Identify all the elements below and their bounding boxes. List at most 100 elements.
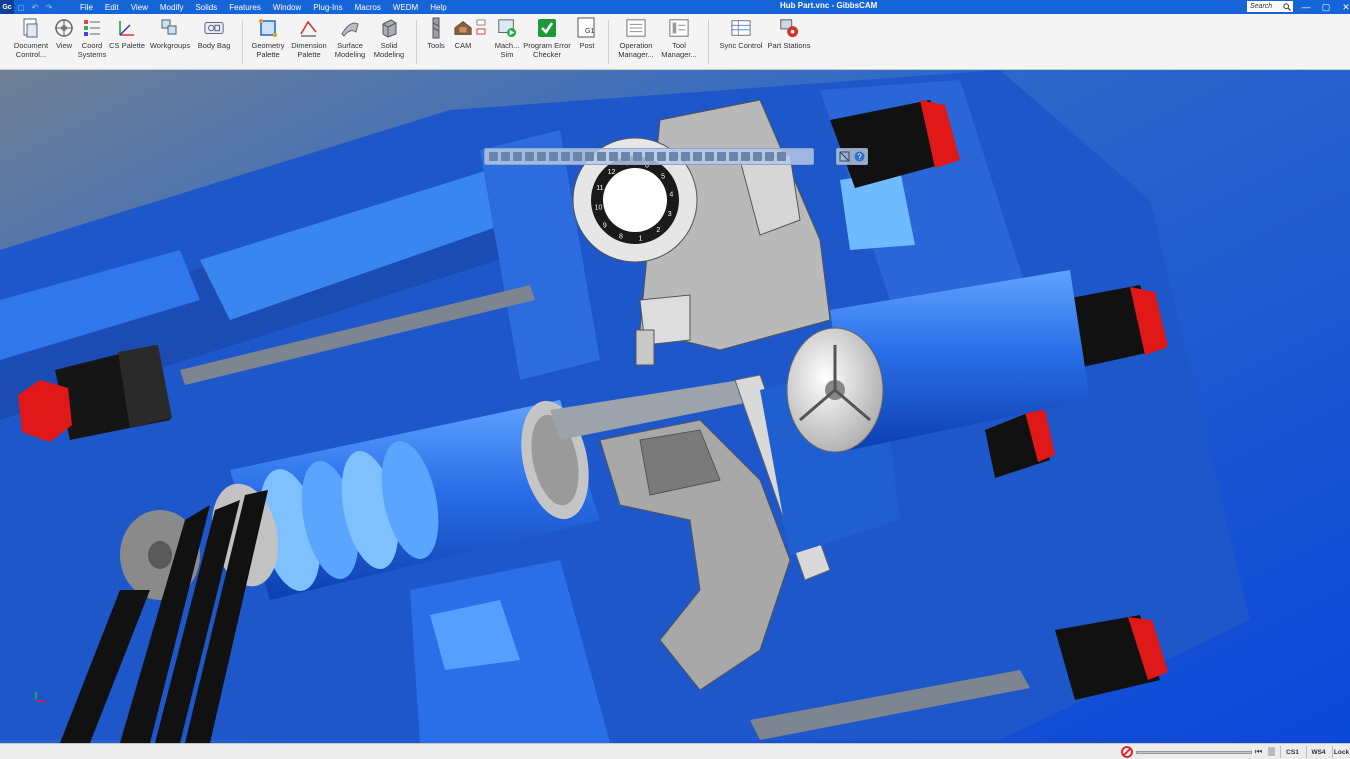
step-icon[interactable] xyxy=(1268,747,1275,756)
part-stations-button[interactable]: Part Stations xyxy=(764,17,814,50)
stop-icon[interactable] xyxy=(1121,746,1133,758)
view-tool-icon[interactable] xyxy=(717,152,726,161)
view-tool-icon[interactable] xyxy=(657,152,666,161)
view-tool-icon[interactable] xyxy=(681,152,690,161)
view-tool-icon[interactable] xyxy=(597,152,606,161)
menu-view[interactable]: View xyxy=(125,3,154,12)
view-tool-icon[interactable] xyxy=(753,152,762,161)
status-bar: ⏮ CS1 WS4 Lock xyxy=(0,743,1350,759)
program-error-checker-button[interactable]: Program Error Checker xyxy=(522,17,572,59)
search-input[interactable]: Search xyxy=(1247,1,1293,12)
cs-indicator[interactable]: CS1 xyxy=(1280,746,1304,758)
mach-sim-label: Mach... Sim xyxy=(494,41,520,59)
view-tool-icon[interactable] xyxy=(537,152,546,161)
view-tool-icon[interactable] xyxy=(633,152,642,161)
turret-station-number: 1 xyxy=(639,235,643,242)
ribbon-separator xyxy=(608,20,609,64)
geometry-palette-button[interactable]: Geometry Palette xyxy=(248,17,288,59)
svg-text:?: ? xyxy=(857,153,862,162)
search-icon xyxy=(1283,2,1291,11)
view-button[interactable]: View xyxy=(52,17,76,50)
view-tool-icon[interactable] xyxy=(693,152,702,161)
menu-window[interactable]: Window xyxy=(267,3,307,12)
body-bag-label: Body Bag xyxy=(197,41,231,50)
help-icon[interactable]: ? xyxy=(854,151,865,162)
view-label: View xyxy=(55,41,73,50)
maximize-button[interactable]: ▢ xyxy=(1316,0,1336,14)
view-tool-icon[interactable] xyxy=(561,152,570,161)
title-bar: Gc ▢ ↶ ↷ File Edit View Modify Solids Fe… xyxy=(0,0,1350,14)
tool-manager-button[interactable]: Tool Manager... xyxy=(658,17,700,59)
view-tool-icon[interactable] xyxy=(513,152,522,161)
geometry-palette-icon xyxy=(258,17,278,39)
menu-plug-ins[interactable]: Plug-Ins xyxy=(307,3,348,12)
rewind-icon[interactable]: ⏮ xyxy=(1255,747,1262,757)
view-tool-icon[interactable] xyxy=(765,152,774,161)
view-tool-icon[interactable] xyxy=(705,152,714,161)
view-tool-icon[interactable] xyxy=(585,152,594,161)
menu-help[interactable]: Help xyxy=(424,3,452,12)
axis-triad-icon xyxy=(35,692,47,703)
document-icon xyxy=(21,17,41,39)
mach-sim-button[interactable]: Mach... Sim xyxy=(490,17,524,59)
view-tool-icon[interactable] xyxy=(573,152,582,161)
coord-systems-label: Coord Systems xyxy=(77,41,107,59)
tool-manager-icon xyxy=(669,17,689,39)
view-tool-icon[interactable] xyxy=(489,152,498,161)
minimize-button[interactable]: — xyxy=(1296,0,1316,14)
menu-macros[interactable]: Macros xyxy=(349,3,387,12)
view-tool-icon[interactable] xyxy=(645,152,654,161)
cam-options-button[interactable] xyxy=(476,17,486,41)
solid-modeling-button[interactable]: Solid Modeling xyxy=(370,17,408,59)
menu-file[interactable]: File xyxy=(74,3,99,12)
coord-systems-button[interactable]: Coord Systems xyxy=(76,17,108,59)
menu-modify[interactable]: Modify xyxy=(154,3,190,12)
part-stations-label: Part Stations xyxy=(767,41,811,50)
ribbon-separator xyxy=(708,20,709,64)
surface-modeling-label: Surface Modeling xyxy=(334,41,366,59)
view-help-toolbar: ? xyxy=(836,148,868,165)
cs-palette-label: CS Palette xyxy=(109,41,145,50)
menu-edit[interactable]: Edit xyxy=(99,3,125,12)
operation-manager-button[interactable]: Operation Manager... xyxy=(614,17,658,59)
workgroups-button[interactable]: Workgroups xyxy=(146,17,194,50)
view-tool-icon[interactable] xyxy=(621,152,630,161)
view-tool-icon[interactable] xyxy=(729,152,738,161)
view-toolbar[interactable] xyxy=(484,148,814,165)
body-bag-button[interactable]: Body Bag xyxy=(194,17,234,50)
view-tool-icon[interactable] xyxy=(549,152,558,161)
undo-icon[interactable]: ↶ xyxy=(28,0,42,14)
dimension-palette-button[interactable]: Dimension Palette xyxy=(289,17,329,59)
view-tool-icon[interactable] xyxy=(609,152,618,161)
cs-palette-button[interactable]: CS Palette xyxy=(108,17,146,50)
redo-icon[interactable]: ↷ xyxy=(42,0,56,14)
lock-indicator[interactable]: Lock xyxy=(1332,746,1350,758)
3d-viewport[interactable]: 765432189101112 xyxy=(0,70,1350,743)
menu-wedm[interactable]: WEDM xyxy=(387,3,424,12)
menu-solids[interactable]: Solids xyxy=(189,3,223,12)
surface-modeling-button[interactable]: Surface Modeling xyxy=(330,17,370,59)
tools-icon xyxy=(426,17,446,39)
cam-icon xyxy=(453,17,473,39)
operation-manager-icon xyxy=(626,17,646,39)
sync-control-button[interactable]: Sync Control xyxy=(716,17,766,50)
workgroups-label: Workgroups xyxy=(149,41,191,50)
tools-label: Tools xyxy=(427,41,445,50)
post-icon: G1 xyxy=(577,17,597,39)
tools-button[interactable]: Tools xyxy=(424,17,448,50)
view-tool-icon[interactable] xyxy=(501,152,510,161)
cam-label: CAM xyxy=(454,41,472,50)
new-file-icon[interactable]: ▢ xyxy=(14,0,28,14)
view-tool-icon[interactable] xyxy=(525,152,534,161)
ws-indicator[interactable]: WS4 xyxy=(1306,746,1330,758)
coord-systems-icon xyxy=(82,17,102,39)
document-control-button[interactable]: Document Control... xyxy=(8,17,54,59)
app-logo[interactable]: Gc xyxy=(0,0,14,14)
fit-view-icon[interactable] xyxy=(839,151,850,162)
view-tool-icon[interactable] xyxy=(777,152,786,161)
view-tool-icon[interactable] xyxy=(669,152,678,161)
menu-features[interactable]: Features xyxy=(223,3,267,12)
close-button[interactable]: ✕ xyxy=(1336,0,1350,14)
view-tool-icon[interactable] xyxy=(741,152,750,161)
post-button[interactable]: G1 Post xyxy=(574,17,600,50)
